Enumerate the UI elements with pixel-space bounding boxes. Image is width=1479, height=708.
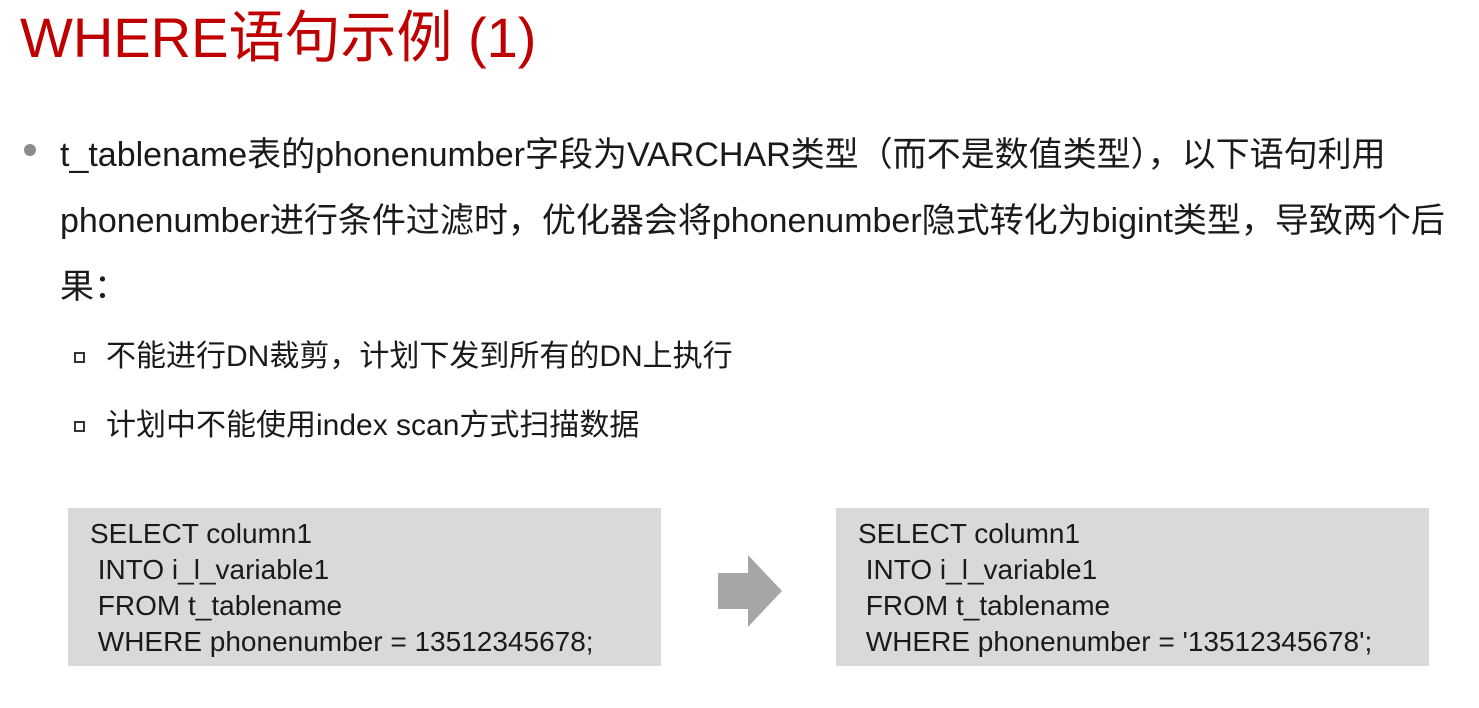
code-line: WHERE phonenumber = '13512345678'; xyxy=(858,626,1373,657)
code-line: WHERE phonenumber = 13512345678; xyxy=(90,626,594,657)
main-bullet-text: t_tablename表的phonenumber字段为VARCHAR类型（而不是… xyxy=(60,136,1445,306)
code-line: FROM t_tablename xyxy=(90,590,343,621)
code-block-before: SELECT column1 INTO i_l_variable1 FROM t… xyxy=(68,508,661,666)
code-line: SELECT column1 xyxy=(858,518,1081,549)
consequence-text: 计划中不能使用index scan方式扫描数据 xyxy=(106,409,640,442)
right-arrow-icon xyxy=(718,555,782,627)
bullet-dot-icon xyxy=(24,144,36,156)
code-line: FROM t_tablename xyxy=(858,590,1111,621)
consequence-item: 计划中不能使用index scan方式扫描数据 xyxy=(74,406,639,446)
consequence-item: 不能进行DN裁剪，计划下发到所有的DN上执行 xyxy=(74,337,733,377)
slide-title: WHERE语句示例 (1) xyxy=(20,6,537,69)
square-bullet-icon xyxy=(74,421,85,432)
code-line: INTO i_l_variable1 xyxy=(90,554,330,585)
code-block-after: SELECT column1 INTO i_l_variable1 FROM t… xyxy=(836,508,1429,666)
code-line: SELECT column1 xyxy=(90,518,313,549)
code-line: INTO i_l_variable1 xyxy=(858,554,1098,585)
main-bullet: t_tablename表的phonenumber字段为VARCHAR类型（而不是… xyxy=(24,122,1464,320)
square-bullet-icon xyxy=(74,352,85,363)
consequence-text: 不能进行DN裁剪，计划下发到所有的DN上执行 xyxy=(106,340,733,373)
